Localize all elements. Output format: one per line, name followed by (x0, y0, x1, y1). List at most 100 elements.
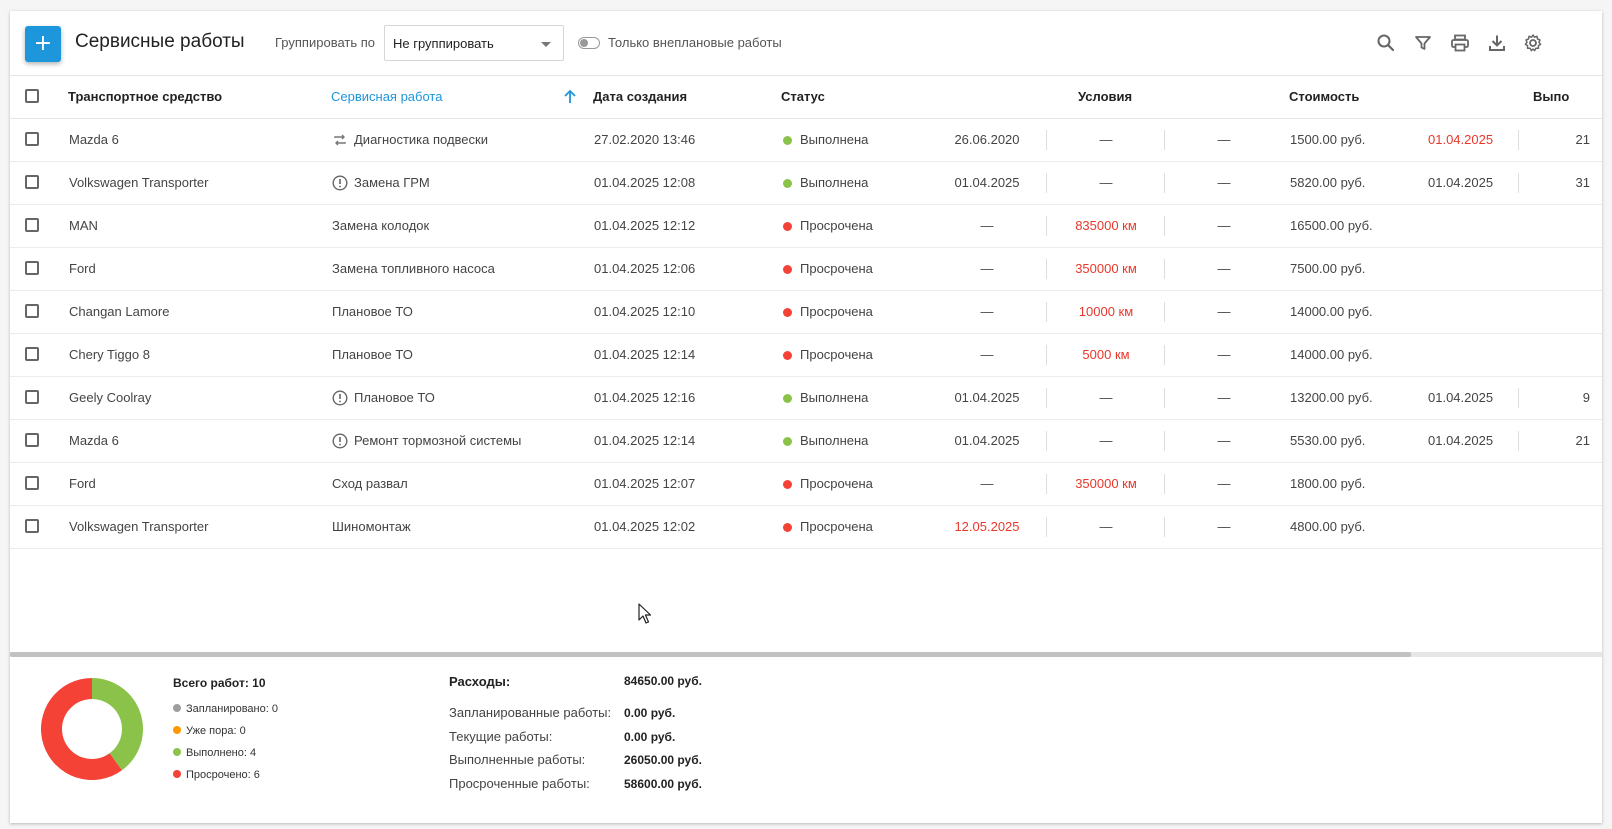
work-cell[interactable]: Замена колодок (332, 218, 429, 233)
unplanned-toggle-label: Только внеплановые работы (608, 35, 782, 50)
table-row[interactable]: Mazda 6 Диагностика подвески 27.02.2020 13… (10, 119, 1602, 162)
horizontal-scrollbar[interactable] (10, 652, 1602, 657)
sort-ascending-icon[interactable] (563, 89, 577, 108)
summary-line-value: 26050.00 руб. (624, 753, 702, 767)
table-row[interactable]: Chery Tiggo 8 Плановое ТО 01.04.2025 12:14… (10, 334, 1602, 377)
condition-date-cell: — (980, 476, 994, 491)
condition-date-cell: 01.04.2025 (954, 175, 1020, 190)
search-icon[interactable] (1376, 33, 1396, 53)
column-divider (1518, 173, 1519, 193)
condition-mileage-cell: — (1099, 433, 1113, 448)
toolbar: + Сервисные работы Группировать по Не гр… (10, 11, 1602, 76)
status-cell: Просрочена (783, 261, 873, 276)
row-checkbox[interactable] (25, 175, 39, 189)
condition-mileage-cell: 350000 км (1075, 261, 1137, 276)
cost-cell: 1500.00 руб. (1290, 132, 1366, 147)
column-vehicle[interactable]: Транспортное средство (68, 89, 222, 104)
status-cell: Просрочена (783, 218, 873, 233)
column-status[interactable]: Статус (781, 89, 825, 104)
condition-hours-cell: — (1217, 433, 1231, 448)
column-cost[interactable]: Стоимость (1289, 89, 1359, 104)
work-cell[interactable]: Ремонт тормозной системы (332, 433, 521, 449)
condition-mileage-cell: 350000 км (1075, 476, 1137, 491)
extra-cell: 21 (1575, 132, 1590, 147)
table-row[interactable]: Ford Сход развал 01.04.2025 12:07 Просрочен… (10, 463, 1602, 506)
status-cell: Выполнена (783, 132, 868, 147)
table-row[interactable]: MAN Замена колодок 01.04.2025 12:12 Просроч… (10, 205, 1602, 248)
work-cell[interactable]: Замена ГРМ (332, 175, 430, 191)
table-row[interactable]: Volkswagen Transporter Замена ГРМ 01.04.20… (10, 162, 1602, 205)
cost-cell: 7500.00 руб. (1290, 261, 1366, 276)
filter-icon[interactable] (1413, 33, 1433, 53)
print-icon[interactable] (1450, 33, 1470, 53)
table-row[interactable]: Ford Замена топливного насоса 01.04.2025 1… (10, 248, 1602, 291)
row-checkbox[interactable] (25, 476, 39, 490)
legend-dot (173, 748, 181, 756)
created-cell: 01.04.2025 12:07 (594, 476, 696, 491)
condition-mileage-cell: — (1099, 132, 1113, 147)
row-checkbox[interactable] (25, 304, 39, 318)
work-name: Замена ГРМ (354, 175, 430, 190)
legend-label: Выполнено: 4 (186, 747, 257, 759)
column-created[interactable]: Дата создания (593, 89, 687, 104)
row-checkbox[interactable] (25, 519, 39, 533)
work-name: Шиномонтаж (332, 519, 411, 534)
row-checkbox[interactable] (25, 261, 39, 275)
work-cell[interactable]: Плановое ТО (332, 390, 435, 406)
cost-cell: 5820.00 руб. (1290, 175, 1366, 190)
work-cell[interactable]: Плановое ТО (332, 347, 413, 362)
row-checkbox[interactable] (25, 433, 39, 447)
row-checkbox[interactable] (25, 218, 39, 232)
donut-slice (92, 678, 144, 771)
table-row[interactable]: Changan Lamore Плановое ТО 01.04.2025 12:1… (10, 291, 1602, 334)
row-checkbox[interactable] (25, 347, 39, 361)
column-conditions[interactable]: Условия (1078, 89, 1132, 104)
cost-cell: 4800.00 руб. (1290, 519, 1366, 534)
alert-icon (332, 175, 348, 191)
add-button[interactable]: + (25, 26, 61, 62)
row-checkbox[interactable] (25, 390, 39, 404)
table-row[interactable]: Mazda 6 Ремонт тормозной системы 01.04.202… (10, 420, 1602, 463)
cost-cell: 14000.00 руб. (1290, 347, 1373, 362)
summary-line-label: Просроченные работы: (449, 775, 590, 791)
column-done[interactable]: Выпо (1533, 89, 1569, 104)
status-text: Выполнена (800, 433, 869, 448)
cost-cell: 5530.00 руб. (1290, 433, 1366, 448)
summary-line-value: 0.00 руб. (624, 706, 676, 720)
legend-item: Уже пора: 0 (173, 725, 246, 737)
summary-line-value: 0.00 руб. (624, 729, 676, 744)
status-text: Выполнена (800, 132, 869, 147)
extra-cell: 9 (1582, 390, 1590, 405)
work-name: Замена топливного насоса (332, 261, 495, 276)
condition-mileage-cell: 5000 км (1082, 347, 1130, 362)
work-cell[interactable]: Плановое ТО (332, 304, 413, 319)
work-cell[interactable]: Замена топливного насоса (332, 261, 495, 276)
cost-cell: 14000.00 руб. (1290, 304, 1373, 319)
condition-date-cell: — (980, 261, 994, 276)
created-cell: 01.04.2025 12:08 (594, 175, 696, 190)
column-work[interactable]: Сервисная работа (331, 89, 442, 104)
vehicle-cell: Ford (69, 476, 96, 491)
condition-hours-cell: — (1217, 304, 1231, 319)
condition-date-cell: — (980, 218, 994, 233)
condition-hours-cell: — (1217, 132, 1231, 147)
download-icon[interactable] (1487, 33, 1507, 53)
status-dot (783, 351, 792, 360)
scrollbar-thumb[interactable] (10, 652, 1411, 657)
table-row[interactable]: Geely Coolray Плановое ТО 01.04.2025 12:16… (10, 377, 1602, 420)
row-checkbox[interactable] (25, 132, 39, 146)
work-cell[interactable]: Шиномонтаж (332, 519, 411, 534)
unplanned-toggle[interactable] (578, 37, 600, 49)
work-cell[interactable]: Сход развал (332, 476, 408, 491)
gear-icon[interactable] (1523, 33, 1543, 53)
vehicle-cell: Chery Tiggo 8 (69, 347, 150, 362)
page-title: Сервисные работы (75, 31, 245, 52)
group-by-select[interactable]: Не группировать (384, 25, 564, 61)
status-cell: Просрочена (783, 304, 873, 319)
table-row[interactable]: Volkswagen Transporter Шиномонтаж 01.04.20… (10, 506, 1602, 549)
work-cell[interactable]: Диагностика подвески (332, 132, 488, 148)
group-by-label: Группировать по (275, 35, 376, 50)
select-all-checkbox[interactable] (25, 89, 39, 103)
condition-hours-cell: — (1217, 218, 1231, 233)
status-dot (783, 179, 792, 188)
